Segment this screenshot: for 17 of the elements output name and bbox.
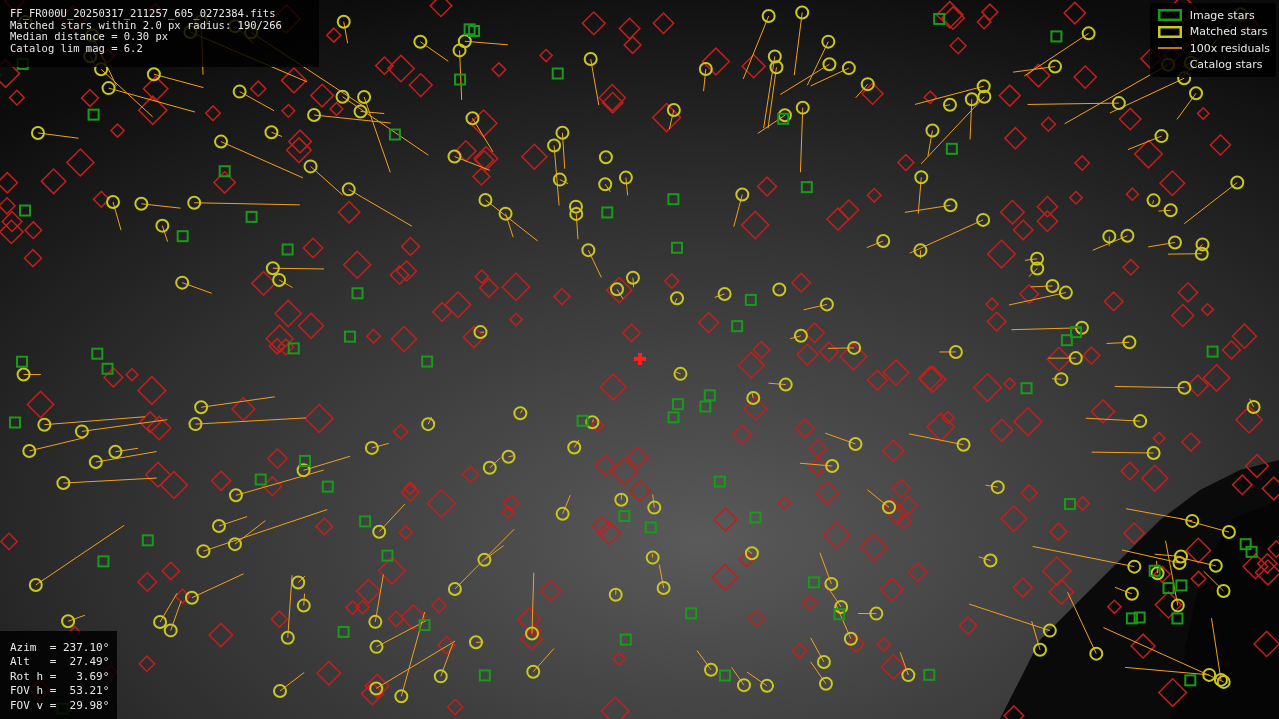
pointing-text: Rot h = 3.69°: [10, 669, 110, 684]
legend-line-icon: [1157, 47, 1182, 50]
pointing-text: Alt = 27.49°: [10, 655, 110, 670]
legend-label: Image stars: [1189, 8, 1255, 22]
pointing-text: FOV h = 53.21°: [10, 684, 110, 699]
legend-label: Catalog stars: [1189, 58, 1263, 72]
info-text: Median distance = 0.30 px: [10, 31, 169, 43]
info-text: Matched stars within 2.0 px radius: 190/266: [10, 19, 283, 31]
legend-swatch-icon: [1157, 9, 1182, 22]
legend-label: 100x residuals: [1189, 41, 1270, 55]
legend-swatch-icon: [1157, 25, 1182, 38]
info-text: Catalog lim mag = 6.2: [10, 42, 144, 54]
pointing-text: FOV v = 29.98°: [10, 698, 110, 713]
info-text: FF_FR000U_20250317_211257_605_0272384.fits: [10, 8, 277, 20]
pointing-text: Azim = 237.10°: [10, 640, 110, 655]
cross-icon: [634, 353, 646, 365]
legend-label: Matched stars: [1189, 25, 1268, 39]
